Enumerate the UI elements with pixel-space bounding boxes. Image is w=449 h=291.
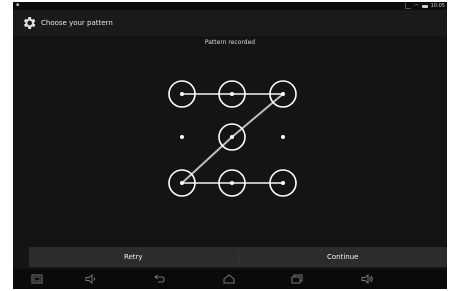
screenshot-icon[interactable] xyxy=(31,274,43,284)
home-icon[interactable] xyxy=(223,274,235,284)
pattern-dot[interactable] xyxy=(230,92,234,96)
pattern-dot[interactable] xyxy=(281,92,285,96)
pattern-dot[interactable] xyxy=(230,135,234,139)
recent-apps-icon[interactable] xyxy=(291,274,303,284)
pattern-dot[interactable] xyxy=(281,181,285,185)
volume-up-icon[interactable] xyxy=(361,274,373,284)
retry-button[interactable]: Retry xyxy=(29,247,238,267)
pattern-dot[interactable] xyxy=(281,135,285,139)
pattern-segment xyxy=(231,93,284,138)
device-screen: ▪ 10:05 Choose your pattern Pattern reco… xyxy=(13,2,447,289)
button-bar: Retry Continue xyxy=(29,247,447,267)
pattern-dot[interactable] xyxy=(230,181,234,185)
pattern-segment xyxy=(181,136,233,184)
volume-down-icon[interactable] xyxy=(85,274,97,284)
pattern-dot[interactable] xyxy=(180,92,184,96)
pattern-dot[interactable] xyxy=(180,135,184,139)
navigation-bar xyxy=(13,269,447,289)
pattern-grid[interactable] xyxy=(13,2,447,289)
continue-button[interactable]: Continue xyxy=(239,247,448,267)
pattern-dot[interactable] xyxy=(180,181,184,185)
back-icon[interactable] xyxy=(153,274,165,284)
